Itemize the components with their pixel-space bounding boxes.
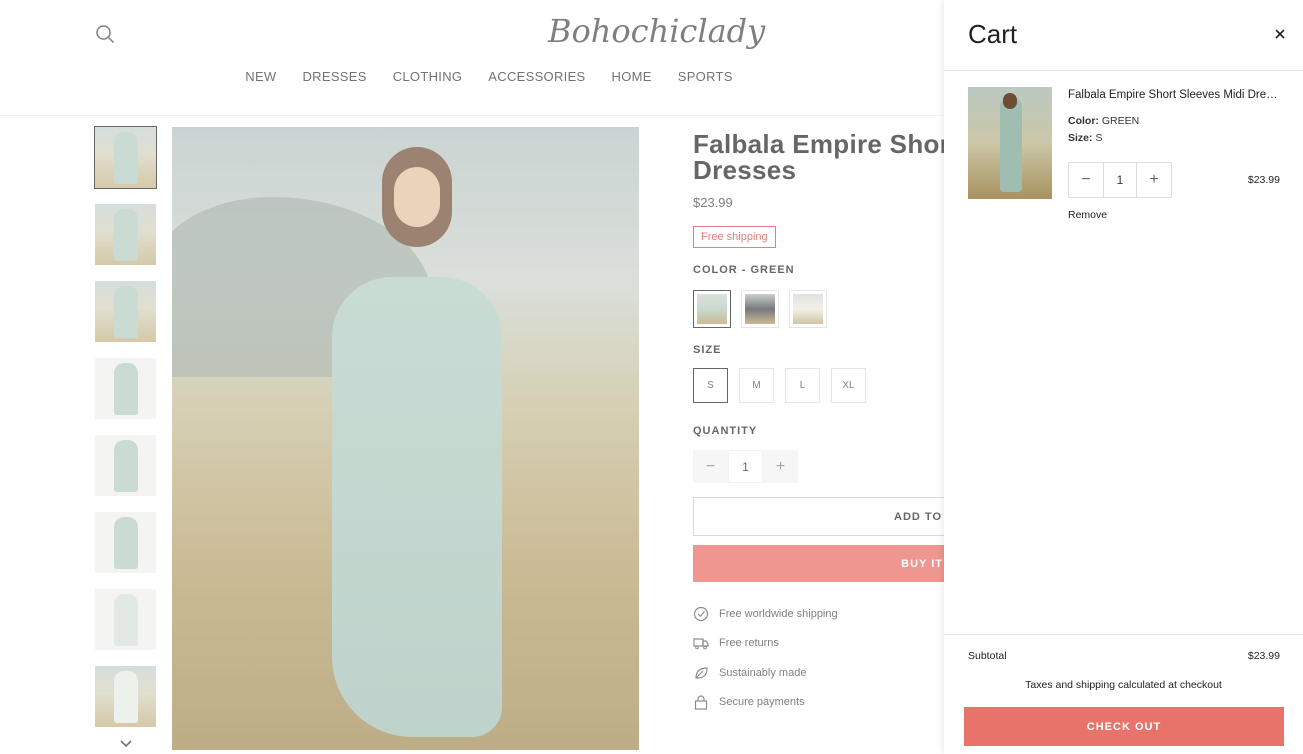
cart-item-color: Color: GREEN — [1068, 115, 1139, 127]
checkout-button[interactable]: CHECK OUT — [964, 707, 1284, 746]
cart-quantity-value[interactable]: 1 — [1103, 163, 1137, 197]
cart-item-price: $23.99 — [1247, 174, 1280, 186]
cart-item-size-label: Size: — [1068, 132, 1093, 144]
subtotal-label: Subtotal — [968, 650, 1007, 662]
cart-item-size: Size: S — [1068, 132, 1102, 144]
minus-icon[interactable]: − — [1069, 163, 1103, 197]
subtotal-value: $23.99 — [1247, 650, 1280, 662]
cart-item-color-value: GREEN — [1101, 115, 1140, 127]
cart-header: Cart — [944, 0, 1303, 71]
cart-footer: Subtotal $23.99 Taxes and shipping calcu… — [944, 634, 1303, 754]
plus-icon[interactable]: + — [1137, 163, 1171, 197]
cart-drawer: Cart Falbala Empire Short Sleeves Midi D… — [944, 0, 1303, 754]
cart-item-size-value: S — [1095, 132, 1103, 144]
close-icon[interactable] — [1273, 27, 1287, 41]
cart-title: Cart — [968, 19, 1018, 49]
cart-quantity-stepper: − 1 + — [1068, 162, 1172, 198]
remove-item-link[interactable]: Remove — [1068, 209, 1107, 221]
page-dim-overlay[interactable] — [0, 0, 944, 754]
cart-item-image[interactable] — [968, 87, 1052, 199]
cart-item-color-label: Color: — [1068, 115, 1099, 127]
cart-item-name[interactable]: Falbala Empire Short Sleeves Midi Dresse… — [1068, 89, 1280, 101]
taxes-note: Taxes and shipping calculated at checkou… — [1025, 679, 1222, 691]
